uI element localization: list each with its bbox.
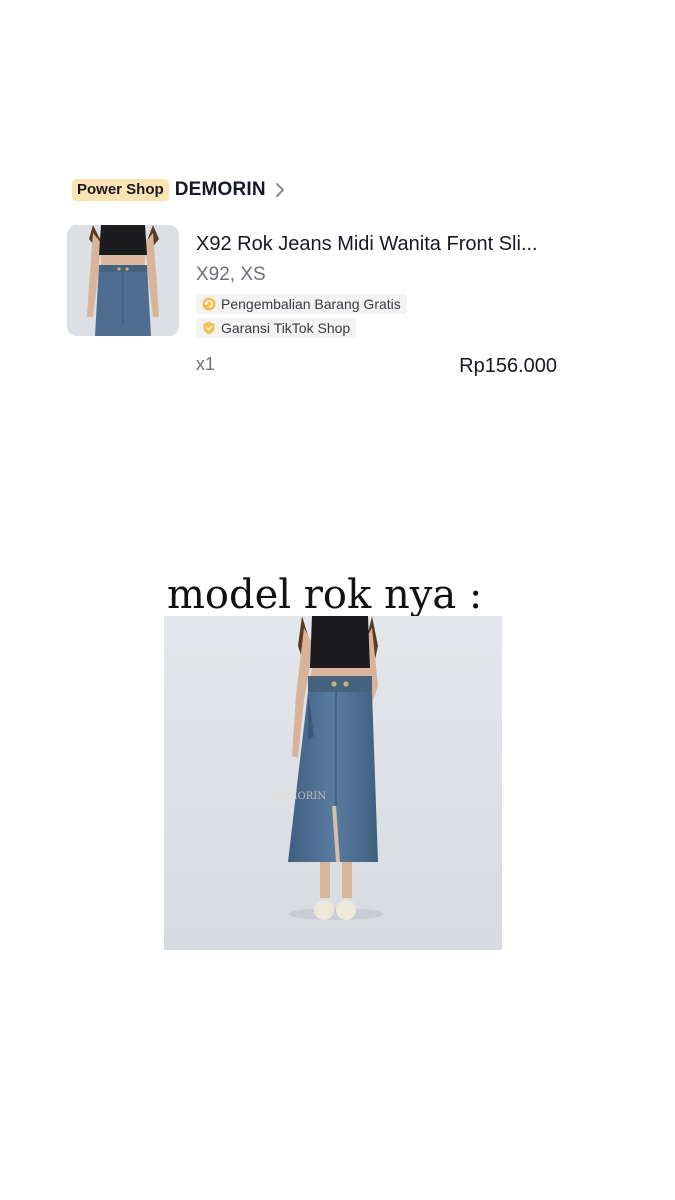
free-return-tag: Pengembalian Barang Gratis [196,294,407,314]
model-photo: DEMORIN [164,616,502,950]
free-return-icon [202,297,216,311]
guarantee-label: Garansi TikTok Shop [221,320,351,336]
quantity: x1 [196,354,216,374]
chevron-right-icon[interactable] [272,182,288,198]
price: Rp156.000 [459,355,557,377]
product-info[interactable]: X92 Rok Jeans Midi Wanita Front Sli... X… [196,230,576,338]
product-title[interactable]: X92 Rok Jeans Midi Wanita Front Sli... [196,230,556,258]
free-return-label: Pengembalian Barang Gratis [221,296,401,312]
photo-watermark: DEMORIN [272,791,326,802]
guarantee-tag: Garansi TikTok Shop [196,318,357,338]
power-shop-badge: Power Shop [72,179,169,201]
product-tags: Pengembalian Barang Gratis Garansi TikTo… [196,294,576,338]
shop-header[interactable]: Power Shop DEMORIN [72,178,288,202]
shield-guarantee-icon [202,321,216,335]
product-variant: X92, XS [196,264,266,285]
shop-name[interactable]: DEMORIN [175,179,266,201]
product-thumbnail[interactable] [67,225,179,336]
caption-text: model rok nya : [167,572,483,618]
